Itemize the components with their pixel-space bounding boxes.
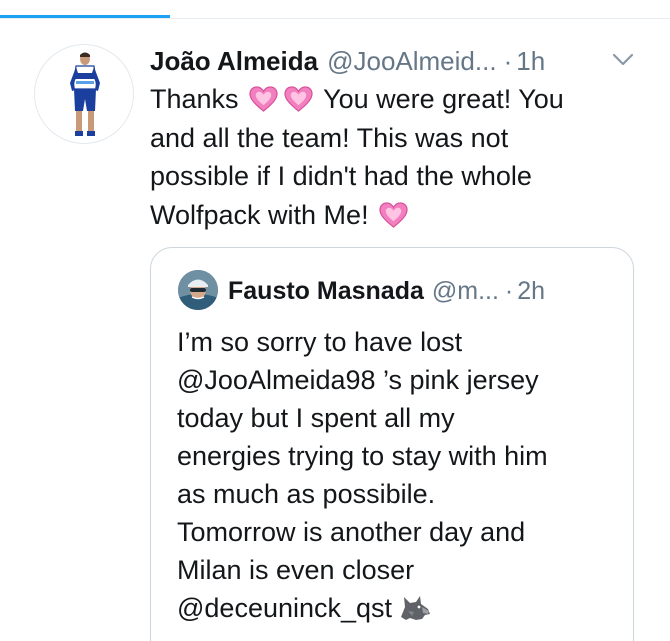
tab-divider — [0, 18, 670, 19]
quoted-tweet-line: @deceuninck_qst — [177, 589, 617, 627]
tweet-timestamp[interactable]: 1h — [516, 46, 545, 77]
quoted-author-avatar[interactable] — [178, 270, 218, 310]
pink-heart-icon — [284, 86, 313, 112]
quoted-tweet-timestamp[interactable]: 2h — [517, 277, 545, 306]
quoted-tweet-line: today but I spent all my — [177, 403, 455, 433]
quoted-author-handle[interactable]: @m... — [432, 277, 499, 306]
tweet-text: Thanks You were great! You and all the t… — [150, 80, 640, 234]
quoted-tweet-line: Milan is even closer — [177, 555, 415, 585]
tweet-line: and all the team! This was not — [150, 122, 509, 153]
mention-link[interactable]: @deceuninck_qst — [177, 593, 392, 623]
tweet-header: João Almeida @JooAlmeid... · 1h — [150, 44, 650, 78]
quoted-tweet-line: energies trying to stay with him — [177, 441, 548, 471]
cyclist-avatar-icon — [178, 270, 218, 310]
wolf-icon — [401, 596, 431, 620]
avatar[interactable] — [34, 44, 134, 144]
quoted-tweet-line: Tomorrow is another day and — [177, 517, 526, 547]
author-name[interactable]: João Almeida — [150, 46, 318, 77]
quoted-tweet-line: I’m so sorry to have lost — [177, 327, 463, 357]
pink-heart-icon — [249, 86, 278, 112]
tweet-line-text: You were great! You — [323, 84, 564, 114]
separator-dot: · — [503, 45, 513, 76]
cyclist-avatar-icon — [35, 45, 133, 143]
quoted-author-name[interactable]: Fausto Masnada — [228, 277, 424, 306]
tweet-line: Thanks You were great! You — [150, 80, 640, 119]
chevron-down-icon[interactable] — [612, 52, 634, 68]
tweet-line-text: Wolfpack with Me! — [150, 199, 369, 230]
author-handle[interactable]: @JooAlmeid... — [327, 46, 496, 77]
tweet-line: Wolfpack with Me! — [150, 196, 640, 235]
quoted-tweet-header: Fausto Masnada @m... · 2h — [228, 275, 628, 307]
pink-heart-icon — [379, 201, 408, 228]
separator-dot: · — [504, 276, 514, 305]
tweet-line-text: Thanks — [150, 84, 239, 114]
quoted-tweet-line: @JooAlmeida98 ’s pink jersey — [177, 365, 539, 395]
quoted-tweet-line: as much as possibile. — [177, 479, 436, 509]
tweet-line: possible if I didn't had the whole — [150, 161, 532, 191]
quoted-tweet-text: I’m so sorry to have lost @JooAlmeida98 … — [177, 323, 617, 627]
